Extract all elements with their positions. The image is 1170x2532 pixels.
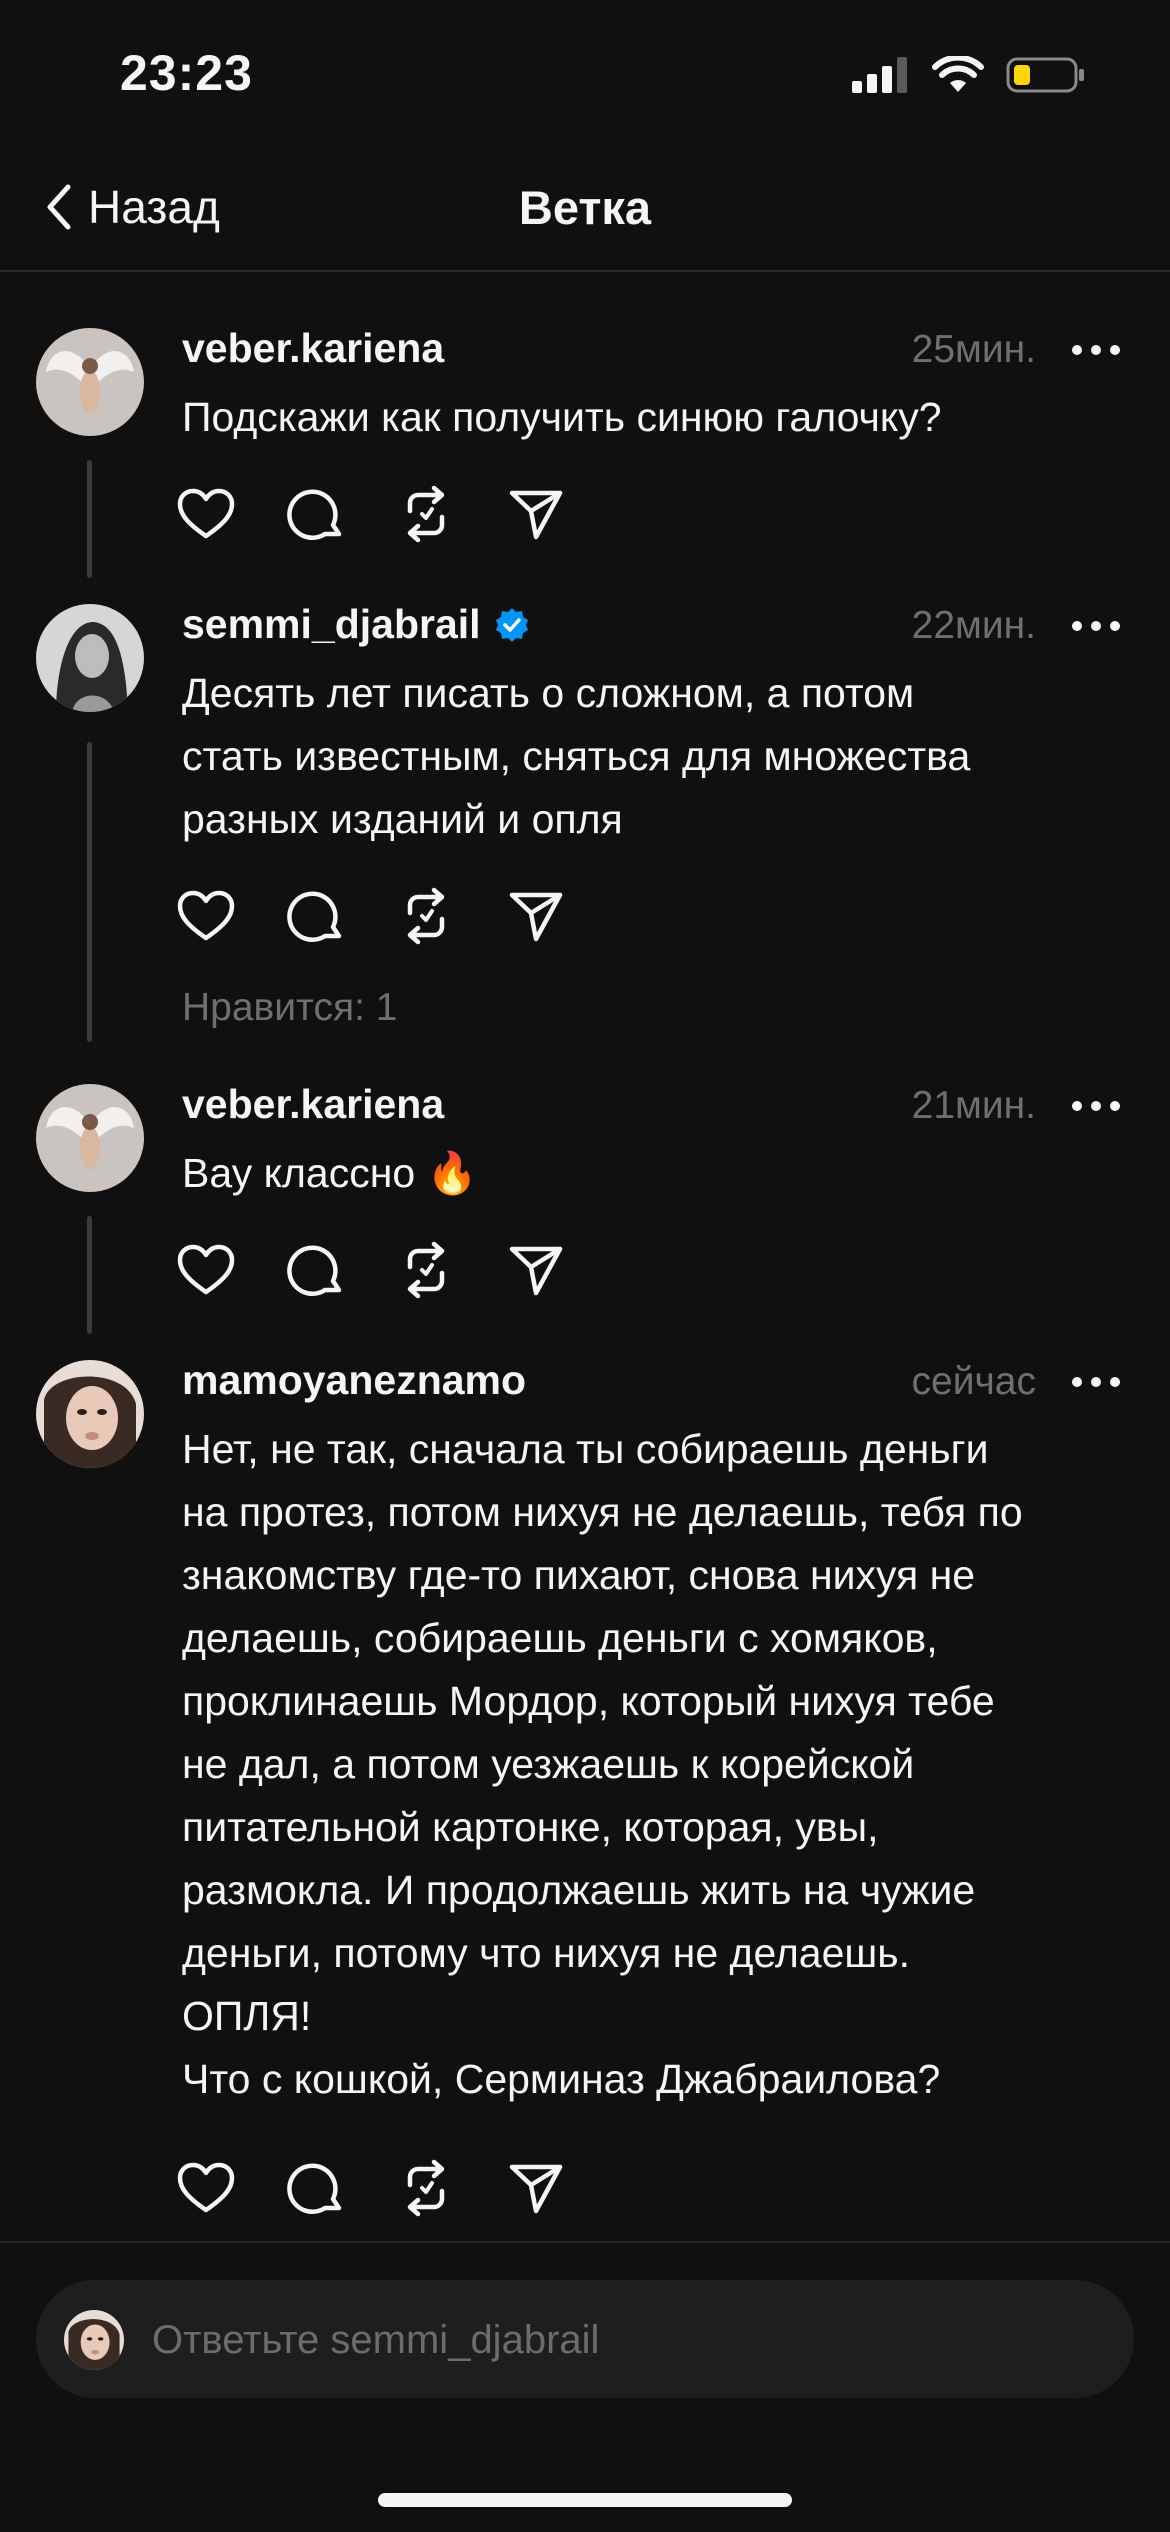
status-bar: 23:23 xyxy=(0,0,1170,150)
post-time: 21мин. xyxy=(911,1084,1036,1127)
avatar[interactable] xyxy=(36,1084,144,1192)
divider xyxy=(0,2241,1170,2243)
repost-button[interactable] xyxy=(396,1240,456,1300)
send-icon xyxy=(509,1246,563,1296)
share-button[interactable] xyxy=(506,2158,566,2218)
post-actions xyxy=(176,2158,566,2218)
like-button[interactable] xyxy=(176,1240,236,1300)
heart-icon xyxy=(177,2162,235,2213)
username[interactable]: mamoyaneznamo xyxy=(182,1357,526,1404)
more-options-button[interactable] xyxy=(1072,340,1120,360)
thread-line xyxy=(87,1216,92,1334)
post-text: Нет, не так, сначала ты собираешь деньги… xyxy=(182,1426,1023,2102)
comment-button[interactable] xyxy=(286,886,346,946)
send-icon xyxy=(509,490,563,540)
avatar[interactable] xyxy=(36,604,144,712)
share-button[interactable] xyxy=(506,1240,566,1300)
share-button[interactable] xyxy=(506,484,566,544)
repost-button[interactable] xyxy=(396,484,456,544)
post-time: сейчас xyxy=(911,1360,1036,1403)
share-button[interactable] xyxy=(506,886,566,946)
avatar[interactable] xyxy=(36,1360,144,1468)
heart-icon xyxy=(177,890,235,941)
more-options-button[interactable] xyxy=(1072,616,1120,636)
send-icon xyxy=(509,2164,563,2214)
post-text: Десять лет писать о сложном, а потом ста… xyxy=(182,670,971,842)
battery-icon xyxy=(1006,57,1084,93)
like-button[interactable] xyxy=(176,2158,236,2218)
heart-icon xyxy=(177,1244,235,1295)
repost-icon xyxy=(407,1241,445,1299)
thread-line xyxy=(87,742,92,1042)
avatar[interactable] xyxy=(36,328,144,436)
repost-button[interactable] xyxy=(396,2158,456,2218)
selfie-portrait-icon xyxy=(64,2310,124,2370)
verified-badge-icon xyxy=(495,607,528,642)
repost-icon xyxy=(407,2159,445,2217)
post-actions xyxy=(176,484,566,544)
comment-button[interactable] xyxy=(286,484,346,544)
comment-bubble-icon xyxy=(287,1245,342,1296)
woman-portrait-bw-icon xyxy=(36,604,144,712)
post-actions xyxy=(176,886,566,946)
comment-bubble-icon xyxy=(287,2163,342,2214)
cellular-signal-icon xyxy=(852,57,907,93)
post-time: 25мин. xyxy=(911,328,1036,371)
heart-icon xyxy=(177,488,235,539)
status-time: 23:23 xyxy=(120,45,253,101)
angel-wings-photo-icon xyxy=(36,1084,144,1192)
comment-button[interactable] xyxy=(286,2158,346,2218)
wifi-icon xyxy=(932,56,984,92)
comment-button[interactable] xyxy=(286,1240,346,1300)
reply-input[interactable] xyxy=(150,2304,1104,2376)
repost-icon xyxy=(407,485,445,543)
home-indicator[interactable] xyxy=(378,2493,792,2507)
more-options-button[interactable] xyxy=(1072,1096,1120,1116)
username[interactable]: semmi_djabrail xyxy=(182,601,531,648)
repost-icon xyxy=(407,887,445,945)
post-text: Вау классно 🔥 xyxy=(182,1150,478,1196)
like-button[interactable] xyxy=(176,886,236,946)
like-button[interactable] xyxy=(176,484,236,544)
username[interactable]: veber.kariena xyxy=(182,325,444,372)
comment-bubble-icon xyxy=(287,891,342,942)
navigation-bar: Назад Ветка xyxy=(0,150,1170,272)
post-time: 22мин. xyxy=(911,604,1036,647)
post-actions xyxy=(176,1240,566,1300)
status-icons xyxy=(852,56,1086,94)
comment-bubble-icon xyxy=(287,489,342,540)
selfie-portrait-icon xyxy=(36,1360,144,1468)
angel-wings-photo-icon xyxy=(36,328,144,436)
username[interactable]: veber.kariena xyxy=(182,1081,444,1128)
avatar xyxy=(64,2310,124,2370)
thread-line xyxy=(87,460,92,578)
post-text: Подскажи как получить синюю галочку? xyxy=(182,394,942,440)
send-icon xyxy=(509,892,563,942)
more-options-button[interactable] xyxy=(1072,1372,1120,1392)
likes-count[interactable]: Нравится: 1 xyxy=(182,986,397,1030)
reply-bar xyxy=(36,2280,1134,2398)
repost-button[interactable] xyxy=(396,886,456,946)
page-title: Ветка xyxy=(518,181,652,234)
